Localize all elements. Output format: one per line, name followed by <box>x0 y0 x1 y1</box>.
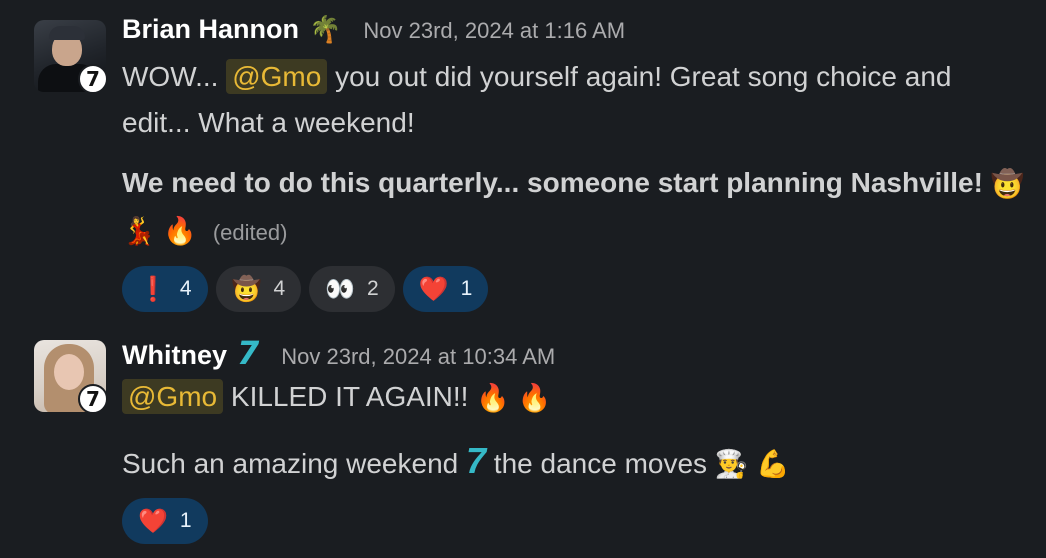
heart-icon: ❤️ <box>418 274 449 303</box>
avatar-brian[interactable]: 7 <box>34 20 108 94</box>
reaction-heart[interactable]: ❤️ 1 <box>402 265 489 312</box>
reactions: ❤️ 1 <box>122 498 1022 545</box>
fire-icon: 🔥 <box>163 216 198 248</box>
reaction-count: 1 <box>179 509 192 533</box>
chef-icon: 👨‍🍳 <box>714 449 749 481</box>
timestamp[interactable]: Nov 23rd, 2024 at 10:34 AM <box>281 344 555 370</box>
flexed-biceps-icon: 💪 <box>756 449 790 481</box>
message-content: Whitney 7 Nov 23rd, 2024 at 10:34 AM @Gm… <box>122 334 1022 545</box>
text: WOW... <box>122 61 227 92</box>
mention-gmo[interactable]: @Gmo <box>122 379 224 414</box>
reaction-count: 4 <box>273 276 286 300</box>
text: Such an amazing weekend <box>122 447 466 479</box>
seven-status-icon: 7 <box>237 334 260 372</box>
reaction-count: 4 <box>179 276 192 300</box>
heart-icon: ❤️ <box>138 507 168 536</box>
message-line-1: @Gmo KILLED IT AGAIN!! 🔥 🔥 <box>122 374 1022 422</box>
mention-gmo[interactable]: @Gmo <box>226 59 328 94</box>
cowboy-icon: 🤠 <box>990 168 1025 200</box>
cowboy-icon: 🤠 <box>231 274 262 303</box>
dancer-icon: 💃 <box>122 216 156 248</box>
message-line-4: 💃 🔥 (edited) <box>122 208 1022 256</box>
reaction-exclamation[interactable]: ❗ 4 <box>122 265 208 312</box>
message-header: Brian Hannon 🌴 Nov 23rd, 2024 at 1:16 AM <box>122 14 1022 54</box>
reaction-heart[interactable]: ❤️ 1 <box>122 498 208 545</box>
author-name[interactable]: Brian Hannon <box>122 14 299 45</box>
message-line-1: WOW... @Gmo you out did yourself again! … <box>122 54 1022 100</box>
fire-icon: 🔥 <box>517 382 552 414</box>
message-header: Whitney 7 Nov 23rd, 2024 at 10:34 AM <box>122 334 1022 374</box>
text: you out did yourself again! Great song c… <box>327 61 952 92</box>
message-line-3: We need to do this quarterly... someone … <box>122 160 1025 208</box>
reaction-count: 2 <box>367 276 379 300</box>
message-line-2: edit... What a weekend! <box>122 107 415 138</box>
seven-badge-icon: 7 <box>78 64 108 94</box>
edited-label: (edited) <box>212 219 288 245</box>
reaction-count: 1 <box>460 276 473 300</box>
message-content: Brian Hannon 🌴 Nov 23rd, 2024 at 1:16 AM… <box>122 14 1025 312</box>
palm-tree-icon: 🌴 <box>309 15 342 45</box>
avatar-whitney[interactable]: 7 <box>34 340 108 414</box>
fire-icon: 🔥 <box>476 382 510 414</box>
seven-icon: 7 <box>466 439 487 481</box>
eyes-icon: 👀 <box>325 274 356 303</box>
message-line-2: Such an amazing weekend 7 the dance move… <box>122 438 1022 489</box>
text: We need to do this quarterly... someone … <box>122 167 983 198</box>
timestamp[interactable]: Nov 23rd, 2024 at 1:16 AM <box>363 18 625 44</box>
reactions: ❗ 4 🤠 4 👀 2 ❤️ 1 <box>122 265 1022 312</box>
text: the dance moves <box>486 447 715 479</box>
exclamation-icon: ❗ <box>138 274 168 303</box>
reaction-cowboy[interactable]: 🤠 4 <box>215 265 302 312</box>
author-name[interactable]: Whitney <box>122 340 227 371</box>
reaction-eyes[interactable]: 👀 2 <box>309 265 395 312</box>
text: KILLED IT AGAIN!! <box>223 381 477 412</box>
seven-badge-icon: 7 <box>78 384 108 414</box>
